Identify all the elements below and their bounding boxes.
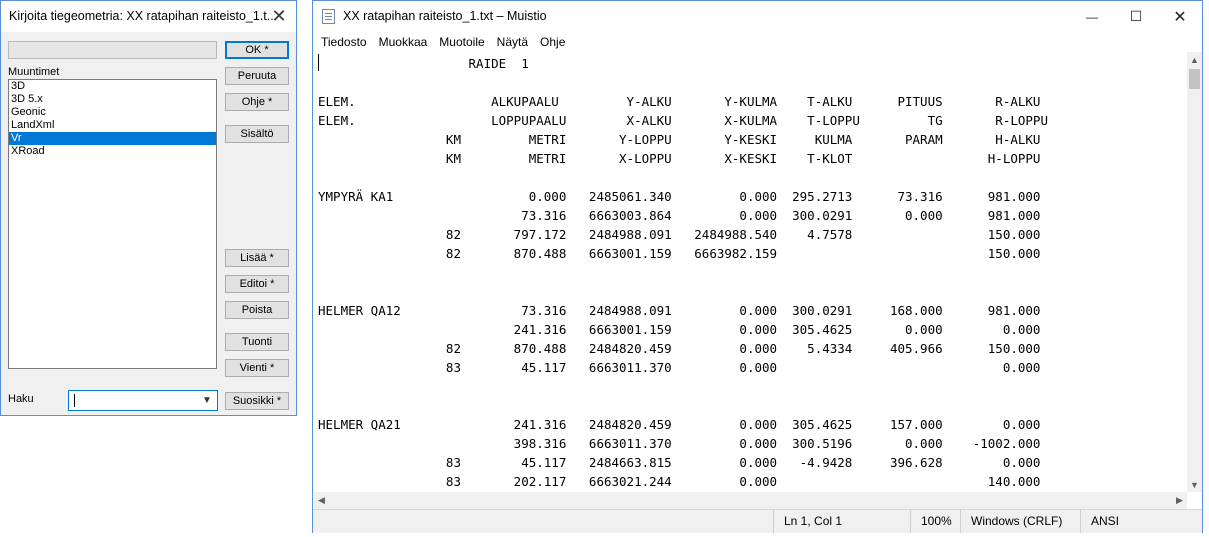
dialog-top-field <box>8 41 217 59</box>
import-button[interactable]: Tuonti <box>225 333 289 351</box>
write-geometry-dialog: Kirjoita tiegeometria: XX ratapihan rait… <box>0 0 297 416</box>
list-item[interactable]: LandXml <box>9 119 216 132</box>
menu-bar: Tiedosto Muokkaa Muotoile Näytä Ohje <box>313 32 1202 51</box>
status-zoom: 100% <box>910 510 952 533</box>
menu-item-muokkaa[interactable]: Muokkaa <box>373 35 434 49</box>
list-item[interactable]: 3D 5.x <box>9 93 216 106</box>
notepad-title-bar[interactable]: XX ratapihan raiteisto_1.txt – Muistio —… <box>313 1 1202 32</box>
status-line-ending: Windows (CRLF) <box>960 510 1062 533</box>
delete-button[interactable]: Poista <box>225 301 289 319</box>
search-caret <box>74 394 75 407</box>
ok-button[interactable]: OK * <box>225 41 289 59</box>
horizontal-scrollbar[interactable]: ◀ ▶ <box>314 492 1187 509</box>
chevron-down-icon[interactable]: ▼ <box>200 393 214 408</box>
scroll-left-icon[interactable]: ◀ <box>314 493 329 508</box>
minimize-icon[interactable]: — <box>1070 1 1114 32</box>
notepad-window: XX ratapihan raiteisto_1.txt – Muistio —… <box>312 0 1203 533</box>
edit-button[interactable]: Editoi * <box>225 275 289 293</box>
text-caret <box>318 54 319 71</box>
menu-item-muotoile[interactable]: Muotoile <box>433 35 490 49</box>
contents-button[interactable]: Sisältö <box>225 125 289 143</box>
vertical-scroll-thumb[interactable] <box>1189 69 1200 89</box>
search-label: Haku <box>8 393 34 405</box>
list-item[interactable]: 3D <box>9 80 216 93</box>
menu-item-tiedosto[interactable]: Tiedosto <box>315 35 373 49</box>
vertical-scrollbar[interactable]: ▲ ▼ <box>1187 52 1202 492</box>
text-editor[interactable]: RAIDE 1 ELEM. ALKUPAALU Y-ALKU Y-KULMA T… <box>314 52 1187 492</box>
maximize-icon[interactable]: ☐ <box>1114 1 1158 32</box>
scroll-up-icon[interactable]: ▲ <box>1187 52 1202 67</box>
status-encoding: ANSI <box>1080 510 1119 533</box>
dialog-title: Kirjoita tiegeometria: XX ratapihan rait… <box>9 9 278 23</box>
add-button[interactable]: Lisää * <box>225 249 289 267</box>
scroll-down-icon[interactable]: ▼ <box>1187 477 1202 492</box>
list-item[interactable]: XRoad <box>9 145 216 158</box>
close-icon[interactable]: ✕ <box>1158 1 1202 32</box>
document-text: RAIDE 1 ELEM. ALKUPAALU Y-ALKU Y-KULMA T… <box>318 56 1048 489</box>
status-cursor-position: Ln 1, Col 1 <box>773 510 842 533</box>
dialog-title-bar[interactable]: Kirjoita tiegeometria: XX ratapihan rait… <box>1 1 296 32</box>
list-item[interactable]: Vr <box>9 132 216 145</box>
status-bar: Ln 1, Col 1 100% Windows (CRLF) ANSI <box>313 509 1202 533</box>
export-button[interactable]: Vienti * <box>225 359 289 377</box>
list-item[interactable]: Geonic <box>9 106 216 119</box>
favorites-button[interactable]: Suosikki * <box>225 392 289 410</box>
menu-item-ohje[interactable]: Ohje <box>534 35 571 49</box>
search-combobox[interactable]: ▼ <box>68 390 218 411</box>
dialog-close-icon[interactable]: ✕ <box>262 1 296 32</box>
cancel-button[interactable]: Peruuta <box>225 67 289 85</box>
notepad-app-icon <box>322 9 335 24</box>
help-button[interactable]: Ohje * <box>225 93 289 111</box>
menu-item-n-yt-[interactable]: Näytä <box>491 35 534 49</box>
converters-label: Muuntimet <box>8 66 60 78</box>
scroll-right-icon[interactable]: ▶ <box>1172 493 1187 508</box>
notepad-title: XX ratapihan raiteisto_1.txt – Muistio <box>343 9 547 23</box>
converters-list[interactable]: 3D 3D 5.x Geonic LandXml Vr XRoad <box>8 79 217 369</box>
